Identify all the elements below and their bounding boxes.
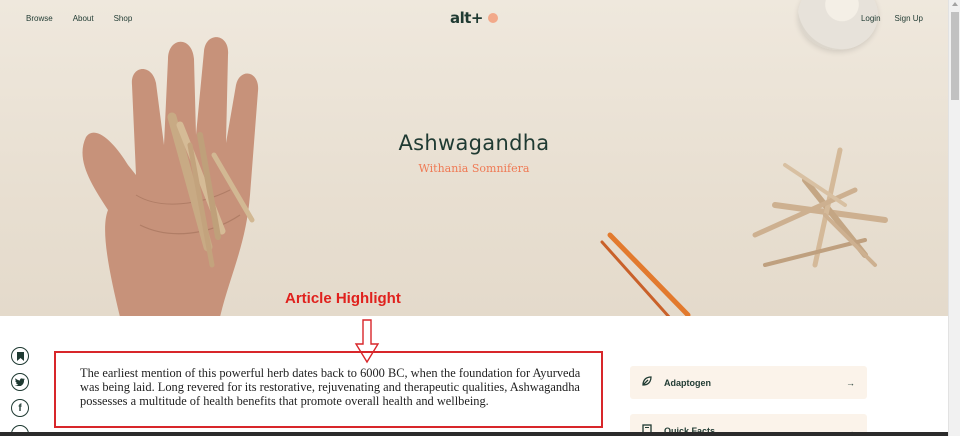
powder-bowl-image <box>798 0 878 50</box>
twitter-button[interactable] <box>11 373 29 391</box>
scroll-thumb[interactable] <box>951 12 959 100</box>
vertical-scrollbar[interactable] <box>948 0 960 436</box>
leaf-icon <box>642 376 656 389</box>
nav-shop-link[interactable]: Shop <box>114 14 133 23</box>
nav-about-link[interactable]: About <box>73 14 94 23</box>
nav-browse-link[interactable]: Browse <box>26 14 53 23</box>
nav-left: Browse About Shop <box>26 14 132 23</box>
signup-link[interactable]: Sign Up <box>895 14 923 23</box>
article-highlight-text: The earliest mention of this powerful he… <box>80 366 581 408</box>
logo-dot-icon <box>488 13 499 23</box>
bookmark-button[interactable] <box>11 347 29 365</box>
adaptogen-card[interactable]: Adaptogen → <box>630 366 867 399</box>
login-link[interactable]: Login <box>861 14 881 23</box>
arrow-right-icon: → <box>846 377 855 388</box>
twitter-icon <box>15 378 25 386</box>
hero-banner: Browse About Shop alt+ Login Sign Up Ash… <box>0 0 948 316</box>
scroll-up-icon[interactable] <box>952 2 958 6</box>
straw-image <box>600 232 691 316</box>
logo[interactable]: alt+ <box>450 9 499 27</box>
facebook-button[interactable]: f <box>11 399 29 417</box>
annotation-label: Article Highlight <box>285 290 401 307</box>
facebook-icon: f <box>18 402 22 414</box>
bookmark-icon <box>16 351 24 361</box>
page-title: Ashwagandha <box>398 131 550 155</box>
adaptogen-card-label: Adaptogen <box>664 377 711 388</box>
bottom-bar <box>0 432 948 436</box>
logo-text: alt+ <box>450 9 484 27</box>
nav-right: Login Sign Up <box>861 14 923 23</box>
page-subtitle: Withania Somnifera <box>418 162 530 175</box>
